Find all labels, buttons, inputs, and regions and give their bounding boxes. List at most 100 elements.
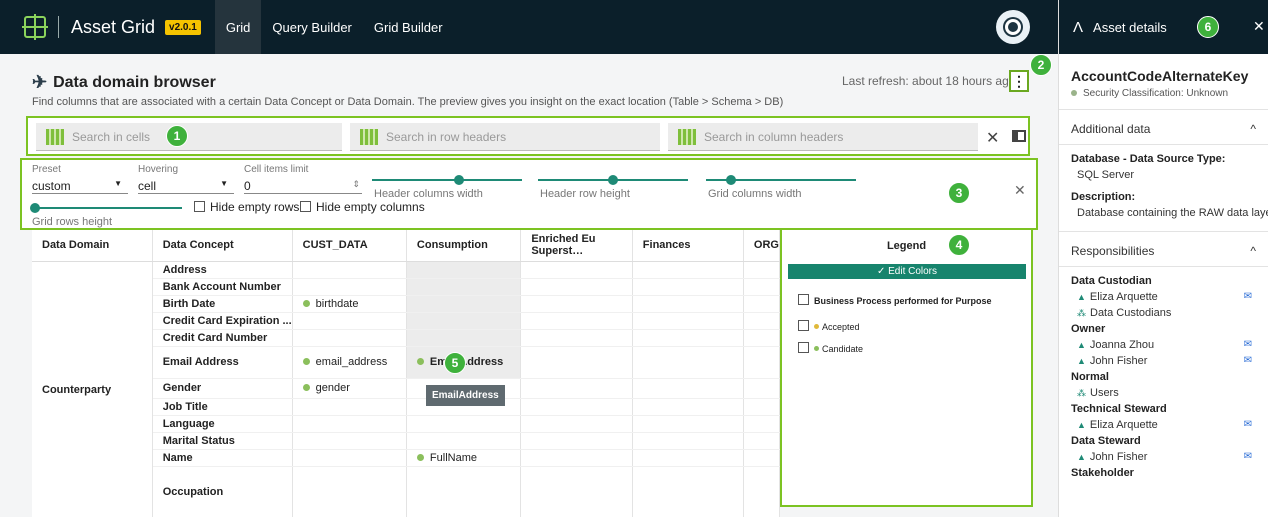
table-cell[interactable]	[406, 261, 522, 279]
close-panel-icon[interactable]: ✕	[1253, 18, 1265, 35]
table-cell[interactable]	[406, 432, 522, 450]
table-cell[interactable]	[292, 261, 407, 279]
person-john-steward[interactable]: ▲ John Fisher ✉	[1059, 449, 1268, 465]
nav-query-builder[interactable]: Query Builder	[261, 0, 362, 54]
header-enriched[interactable]: Enriched Eu Superst…	[520, 230, 633, 262]
table-cell[interactable]	[632, 278, 744, 296]
table-cell[interactable]	[632, 432, 744, 450]
additional-data-toggle[interactable]: Additional data ^	[1059, 120, 1268, 138]
table-cell[interactable]	[632, 466, 744, 517]
table-cell[interactable]	[292, 432, 407, 450]
table-cell[interactable]	[520, 295, 633, 313]
checkbox-icon[interactable]	[798, 294, 809, 305]
checkbox-icon[interactable]	[194, 201, 205, 212]
concept-cell[interactable]: Job Title	[152, 398, 293, 416]
header-cust-data[interactable]: CUST_DATA	[292, 230, 407, 262]
slider-knob[interactable]	[30, 203, 40, 213]
edit-colors-button[interactable]: ✓ Edit Colors	[788, 264, 1026, 279]
table-cell[interactable]	[406, 329, 522, 347]
table-cell[interactable]	[406, 312, 522, 330]
column-layout-icon[interactable]	[1012, 130, 1026, 142]
table-cell[interactable]	[743, 295, 780, 313]
table-cell[interactable]	[520, 415, 633, 433]
search-cells-input[interactable]: Search in cells	[36, 123, 342, 151]
table-cell[interactable]	[406, 466, 522, 517]
group-users[interactable]: ⁂ Users	[1059, 385, 1268, 401]
person-john[interactable]: ▲ John Fisher ✉	[1059, 353, 1268, 369]
table-cell[interactable]	[743, 278, 780, 296]
table-cell[interactable]	[743, 312, 780, 330]
concept-cell[interactable]: Email Address	[152, 346, 293, 379]
table-cell[interactable]	[632, 312, 744, 330]
search-column-headers-input[interactable]: Search in column headers	[668, 123, 978, 151]
concept-cell[interactable]: Language	[152, 415, 293, 433]
header-finances[interactable]: Finances	[632, 230, 744, 262]
mail-icon[interactable]: ✉	[1244, 339, 1252, 351]
table-cell[interactable]	[520, 312, 633, 330]
nav-grid-builder[interactable]: Grid Builder	[363, 0, 454, 54]
preset-select[interactable]: custom ▼	[32, 179, 128, 194]
concept-cell[interactable]: Name	[152, 449, 293, 467]
table-cell[interactable]	[743, 398, 780, 416]
slider-knob[interactable]	[608, 175, 618, 185]
table-cell[interactable]	[292, 398, 407, 416]
group-data-custodians[interactable]: ⁂ Data Custodians	[1059, 305, 1268, 321]
table-cell[interactable]	[292, 329, 407, 347]
concept-cell[interactable]: Credit Card Expiration ...	[152, 312, 293, 330]
checkbox-icon[interactable]	[798, 342, 809, 353]
table-cell[interactable]	[632, 398, 744, 416]
more-options-button[interactable]: ⋮	[1009, 70, 1029, 92]
table-cell[interactable]	[632, 261, 744, 279]
table-cell[interactable]	[520, 261, 633, 279]
stepper-icon[interactable]: ⇕	[352, 179, 360, 190]
table-cell[interactable]	[520, 346, 633, 379]
table-cell[interactable]	[520, 466, 633, 517]
mail-icon[interactable]: ✉	[1244, 419, 1252, 431]
table-cell[interactable]	[292, 449, 407, 467]
header-consumption[interactable]: Consumption	[406, 230, 522, 262]
legend-item-candidate[interactable]: Candidate	[798, 342, 863, 354]
mail-icon[interactable]: ✉	[1244, 451, 1252, 463]
user-avatar[interactable]	[996, 10, 1030, 44]
concept-cell[interactable]: Gender	[152, 378, 293, 399]
table-cell[interactable]	[406, 415, 522, 433]
responsibilities-toggle[interactable]: Responsibilities ^	[1059, 242, 1268, 260]
table-cell[interactable]	[743, 415, 780, 433]
checkbox-icon[interactable]	[798, 320, 809, 331]
close-settings-icon[interactable]: ✕	[1014, 182, 1026, 199]
table-cell[interactable]	[292, 312, 407, 330]
concept-cell[interactable]: Address	[152, 261, 293, 279]
person-eliza-tech[interactable]: ▲ Eliza Arquette ✉	[1059, 417, 1268, 433]
person-joanna[interactable]: ▲ Joanna Zhou ✉	[1059, 337, 1268, 353]
checkbox-icon[interactable]	[300, 201, 311, 212]
table-cell[interactable]	[743, 346, 780, 379]
table-cell[interactable]	[520, 378, 633, 399]
header-data-concept[interactable]: Data Concept	[152, 230, 293, 262]
table-cell[interactable]	[743, 432, 780, 450]
clear-search-icon[interactable]: ✕	[986, 128, 999, 148]
concept-cell[interactable]: Credit Card Number	[152, 329, 293, 347]
nav-grid[interactable]: Grid	[214, 0, 262, 54]
table-cell[interactable]	[632, 329, 744, 347]
concept-cell[interactable]: Marital Status	[152, 432, 293, 450]
table-cell[interactable]	[406, 295, 522, 313]
table-cell[interactable]: birthdate	[292, 295, 407, 313]
mail-icon[interactable]: ✉	[1244, 355, 1252, 367]
table-cell[interactable]	[292, 415, 407, 433]
slider-knob[interactable]	[726, 175, 736, 185]
legend-group-checkbox[interactable]: Business Process performed for Purpose	[798, 294, 992, 306]
slider-knob[interactable]	[454, 175, 464, 185]
table-cell[interactable]	[632, 415, 744, 433]
hide-empty-rows-checkbox[interactable]: Hide empty rows	[194, 200, 299, 214]
table-cell[interactable]: email_address	[292, 346, 407, 379]
table-cell[interactable]	[406, 278, 522, 296]
limit-input[interactable]: 0 ⇕	[244, 179, 362, 194]
table-cell[interactable]	[632, 346, 744, 379]
table-cell[interactable]: FullName	[406, 449, 522, 467]
mail-icon[interactable]: ✉	[1244, 291, 1252, 303]
table-cell[interactable]	[292, 466, 407, 517]
table-cell[interactable]	[632, 295, 744, 313]
concept-cell[interactable]: Birth Date	[152, 295, 293, 313]
search-row-headers-input[interactable]: Search in row headers	[350, 123, 660, 151]
table-cell[interactable]	[632, 449, 744, 467]
